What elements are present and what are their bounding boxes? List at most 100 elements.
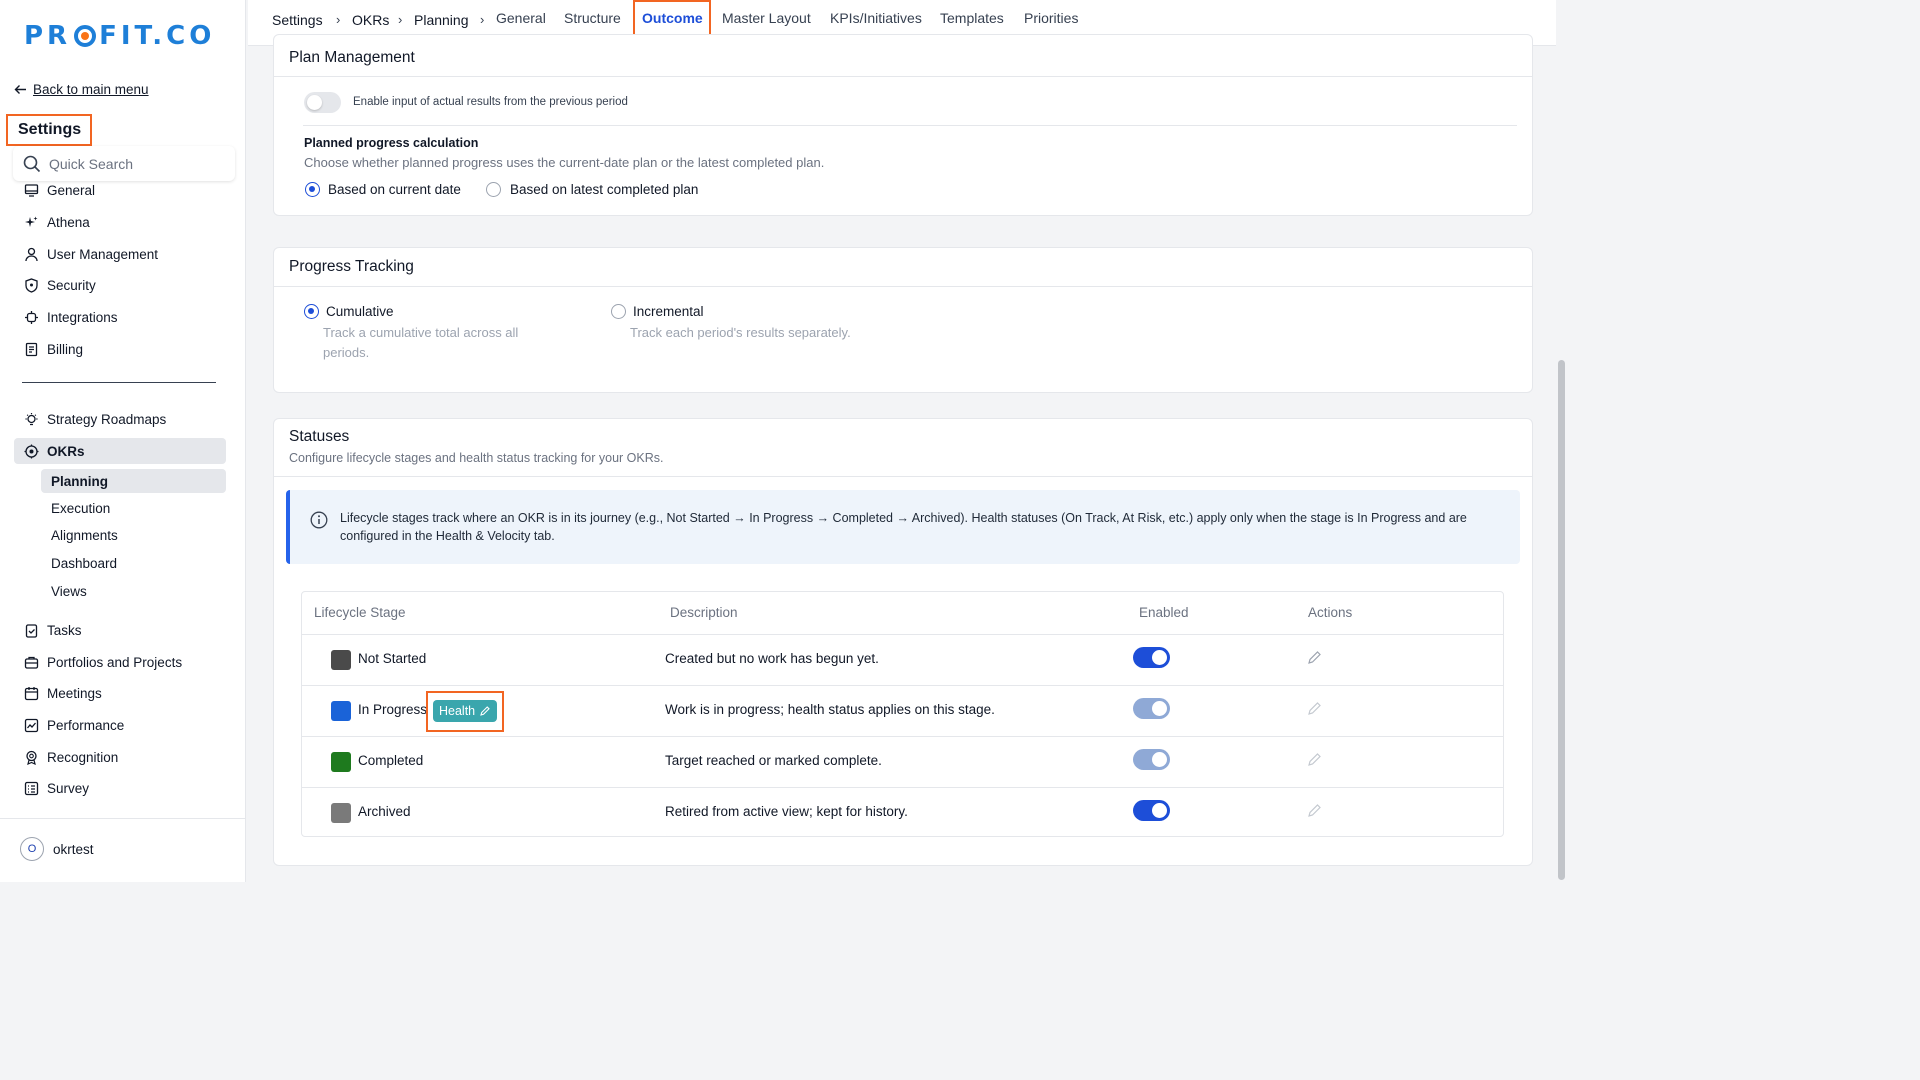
health-chip-highlight: Health — [426, 691, 504, 732]
sidebar-divider — [22, 382, 216, 383]
sidebar-item-survey[interactable]: Survey — [14, 775, 226, 801]
quick-search-box[interactable] — [13, 146, 235, 181]
sidebar-item-label: Security — [47, 277, 96, 293]
sidebar-item-label: User Management — [47, 246, 159, 262]
tab-structure[interactable]: Structure — [564, 10, 621, 26]
quick-search-input[interactable] — [49, 155, 219, 172]
health-status-chip[interactable]: Health — [433, 700, 498, 722]
sidebar-item-security[interactable]: Security — [14, 272, 226, 298]
user-profile-bar[interactable]: O okrtest — [0, 818, 246, 882]
sparkle-icon — [25, 216, 38, 227]
avatar[interactable]: O — [20, 837, 44, 861]
tab-master-layout[interactable]: Master Layout — [722, 10, 811, 26]
stage-description: Work is in progress; health status appli… — [665, 702, 995, 717]
stage-color-swatch — [331, 803, 351, 823]
sidebar-item-general[interactable]: General — [14, 177, 226, 203]
sidebar-item-performance[interactable]: Performance — [14, 712, 226, 738]
statuses-subtitle: Configure lifecycle stages and health st… — [289, 451, 664, 465]
settings-heading: Settings — [6, 114, 92, 146]
user-icon — [25, 247, 38, 261]
sidebar-item-label: Performance — [47, 717, 125, 733]
shield-icon — [25, 277, 38, 293]
stage-description: Target reached or marked complete. — [665, 753, 882, 768]
survey-icon — [24, 781, 39, 795]
sidebar-item-label: Survey — [47, 780, 90, 796]
breadcrumb-settings[interactable]: Settings — [272, 12, 323, 28]
sidebar-item-label: General — [47, 182, 96, 198]
sidebar-item-label: Athena — [47, 214, 90, 230]
breadcrumb-separator: › — [336, 12, 341, 27]
edit-pencil-icon[interactable] — [1306, 649, 1323, 666]
radio-current-date[interactable] — [305, 182, 320, 197]
sidebar-subitem-dashboard[interactable]: Dashboard — [41, 551, 226, 575]
card-divider — [274, 286, 1532, 287]
target-icon — [24, 444, 39, 458]
table-row: In Progress Health Work is in progress; … — [302, 685, 1503, 736]
sidebar-item-label: Recognition — [47, 749, 119, 765]
sidebar-item-label: OKRs — [47, 443, 85, 459]
arrow-left-icon — [14, 85, 26, 94]
lifecycle-stage-table: Lifecycle Stage Description Enabled Acti… — [301, 591, 1504, 837]
sidebar-item-integrations[interactable]: Integrations — [14, 304, 226, 330]
receipt-icon — [25, 342, 38, 356]
sidebar-item-athena[interactable]: Athena — [14, 209, 226, 235]
tab-kpis-initiatives[interactable]: KPIs/Initiatives — [830, 10, 922, 26]
tab-outcome[interactable]: Outcome — [642, 10, 703, 26]
info-banner-text: Lifecycle stages track where an OKR is i… — [340, 511, 1467, 543]
sidebar-item-okrs[interactable]: OKRs — [14, 438, 226, 464]
monitor-icon — [24, 183, 39, 197]
stage-description: Created but no work has begun yet. — [665, 651, 879, 666]
edit-pencil-icon[interactable] — [1306, 751, 1323, 768]
sidebar-item-label: Portfolios and Projects — [47, 654, 183, 670]
sidebar-subitem-views[interactable]: Views — [41, 579, 226, 603]
card-divider — [274, 476, 1532, 477]
radio-current-date-label: Based on current date — [328, 182, 461, 197]
sidebar: PRFIT.CO Back to main menu Settings Gene… — [0, 0, 246, 882]
sidebar-subitem-execution[interactable]: Execution — [41, 496, 226, 520]
sidebar-subitem-planning[interactable]: Planning — [41, 469, 226, 493]
sidebar-item-billing[interactable]: Billing — [14, 336, 226, 362]
stage-name: Archived — [358, 804, 411, 819]
incremental-desc: Track each period's results separately. — [630, 325, 851, 340]
briefcase-icon — [24, 656, 39, 669]
tab-general[interactable]: General — [496, 10, 546, 26]
card-divider — [303, 125, 1517, 126]
sidebar-item-user-management[interactable]: User Management — [14, 241, 226, 267]
profit-co-logo[interactable]: PR FIT.CO — [24, 20, 215, 52]
previous-period-toggle-label: Enable input of actual results from the … — [353, 96, 628, 108]
edit-pencil-icon[interactable] — [1306, 802, 1323, 819]
scrollbar-thumb[interactable] — [1558, 360, 1565, 880]
clipboard-check-icon — [25, 623, 38, 638]
previous-period-toggle[interactable] — [304, 92, 341, 113]
card-divider — [274, 76, 1532, 77]
stage-color-swatch — [331, 752, 351, 772]
radio-latest-completed-label: Based on latest completed plan — [510, 182, 699, 197]
sidebar-subitem-alignments[interactable]: Alignments — [41, 523, 226, 547]
stage-enabled-toggle[interactable] — [1133, 749, 1170, 770]
radio-incremental[interactable] — [611, 304, 626, 319]
health-chip-label: Health — [439, 704, 476, 718]
stage-description: Retired from active view; kept for histo… — [665, 804, 908, 819]
column-header-actions: Actions — [1308, 605, 1353, 620]
sidebar-item-label: Tasks — [47, 622, 82, 638]
sidebar-item-portfolios[interactable]: Portfolios and Projects — [14, 649, 226, 675]
back-to-main-menu-link[interactable]: Back to main menu — [14, 82, 149, 97]
radio-latest-completed[interactable] — [486, 182, 501, 197]
user-name: okrtest — [53, 842, 94, 857]
stage-enabled-toggle[interactable] — [1133, 698, 1170, 719]
sidebar-item-tasks[interactable]: Tasks — [14, 617, 226, 643]
tab-priorities[interactable]: Priorities — [1024, 10, 1078, 26]
tab-templates[interactable]: Templates — [940, 10, 1004, 26]
edit-pencil-icon[interactable] — [1306, 700, 1323, 717]
sidebar-item-strategy-roadmaps[interactable]: Strategy Roadmaps — [14, 406, 226, 432]
sidebar-item-meetings[interactable]: Meetings — [14, 680, 226, 706]
stage-name: Not Started — [358, 651, 427, 666]
progress-tracking-card: Progress Tracking Cumulative Track a cum… — [273, 247, 1533, 393]
sidebar-item-recognition[interactable]: Recognition — [14, 744, 226, 770]
stage-enabled-toggle[interactable] — [1133, 800, 1170, 821]
radio-cumulative[interactable] — [304, 304, 319, 319]
cumulative-desc-1: Track a cumulative total across all — [323, 325, 519, 340]
stage-enabled-toggle[interactable] — [1133, 647, 1170, 668]
breadcrumb-planning[interactable]: Planning — [414, 12, 469, 28]
breadcrumb-okrs[interactable]: OKRs — [352, 12, 389, 28]
